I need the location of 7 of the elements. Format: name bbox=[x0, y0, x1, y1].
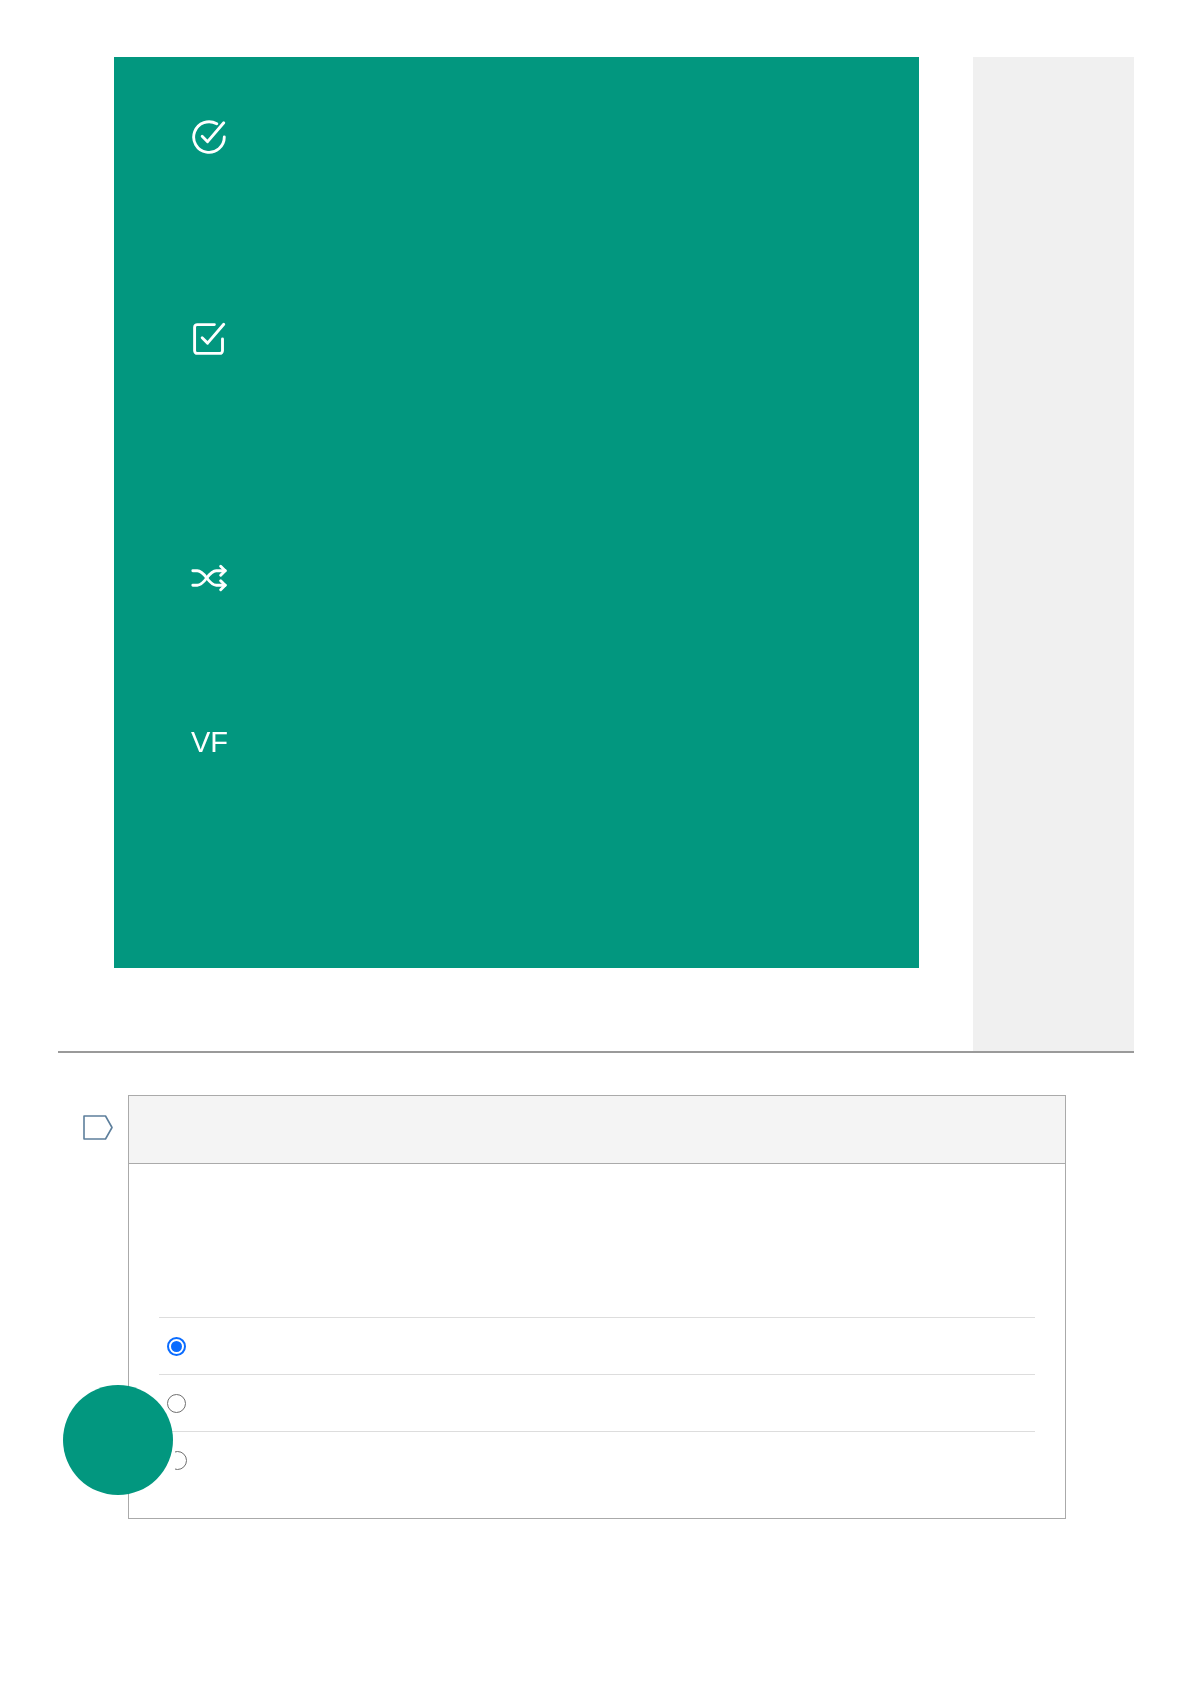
radio-button[interactable] bbox=[167, 1393, 186, 1413]
check-circle-icon bbox=[191, 119, 227, 155]
radio-button[interactable] bbox=[167, 1336, 186, 1356]
radio-button[interactable] bbox=[175, 1450, 187, 1470]
tag-icon bbox=[83, 1115, 113, 1140]
square-check-icon bbox=[191, 321, 227, 357]
abbreviation-text: VF bbox=[191, 728, 229, 757]
